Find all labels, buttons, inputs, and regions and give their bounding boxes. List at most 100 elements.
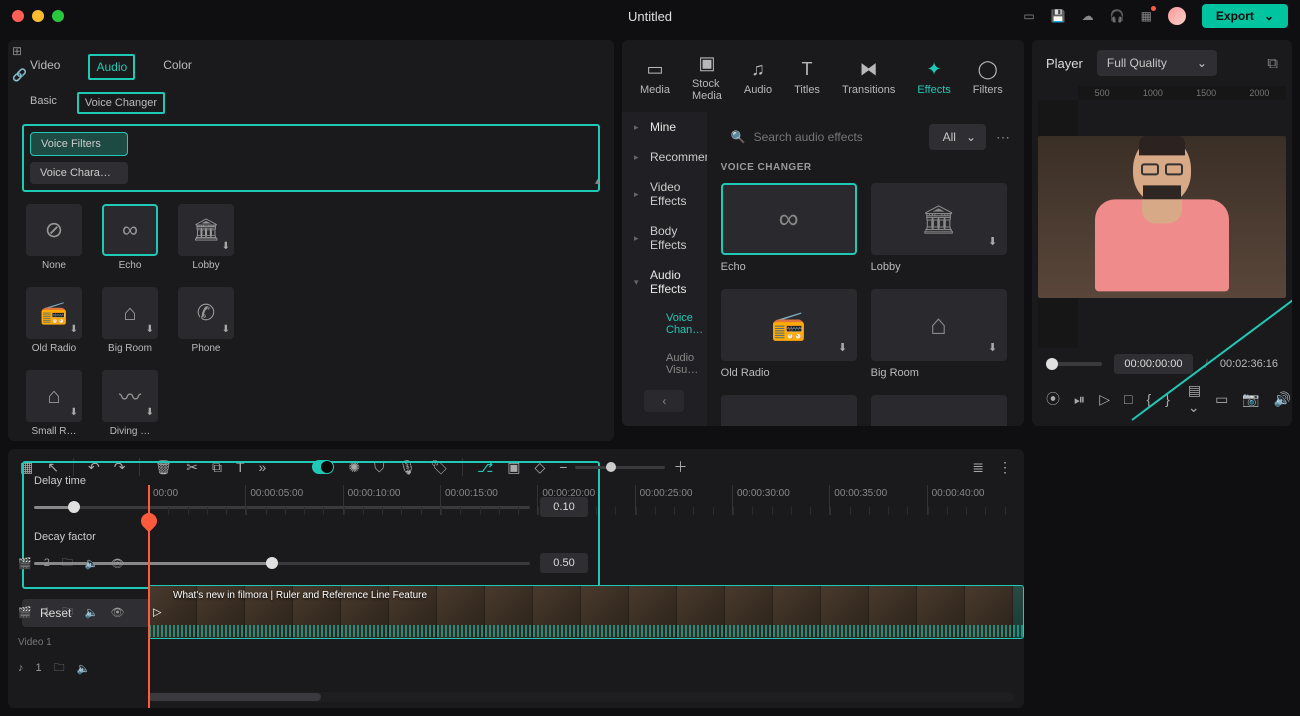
minimize-window[interactable] bbox=[32, 10, 44, 22]
zoom-window[interactable] bbox=[52, 10, 64, 22]
track-v1: 🎬1🗀🔈👁 ▷ What's new in filmora | Ruler an… bbox=[8, 583, 1024, 641]
voice-filter-item[interactable]: ⌂⬇ Big Room bbox=[102, 287, 158, 354]
close-window[interactable] bbox=[12, 10, 24, 22]
tab-filters[interactable]: ◯Filters bbox=[965, 54, 1011, 100]
voice-filter-item[interactable]: 〰⬇ Diving … bbox=[102, 370, 158, 437]
list-icon[interactable]: ≣ bbox=[972, 459, 984, 476]
voice-filter-item[interactable]: 📻⬇ Old Radio bbox=[26, 287, 82, 354]
pill-voice-characters[interactable]: Voice Chara… bbox=[30, 162, 128, 184]
filter-glyph-icon: ⌂ bbox=[47, 383, 60, 409]
mute-icon[interactable]: 🔈 bbox=[85, 606, 99, 619]
play-icon[interactable]: ▷ bbox=[1099, 391, 1110, 408]
sidebar-item-recommended[interactable]: Recommended bbox=[622, 142, 707, 172]
titlebar: Untitled ▭ 💾 ☁ 🎧 ▦ Export⌄ bbox=[0, 0, 1300, 32]
insp-sub-basic[interactable]: Basic bbox=[24, 92, 63, 114]
download-icon[interactable]: ⬇ bbox=[146, 407, 154, 418]
cloud-icon[interactable]: ☁ bbox=[1082, 9, 1094, 23]
seek-slider[interactable] bbox=[1046, 362, 1102, 366]
headphones-icon[interactable]: 🎧 bbox=[1110, 9, 1125, 23]
player-label: Player bbox=[1046, 56, 1083, 71]
effect-card[interactable] bbox=[871, 395, 1007, 426]
effect-card[interactable]: 📻⬇ Old Radio bbox=[721, 289, 857, 379]
pill-voice-filters[interactable]: Voice Filters bbox=[30, 132, 128, 156]
zoom-in-icon[interactable]: ＋ bbox=[673, 457, 687, 477]
effect-card[interactable]: ∞ Echo bbox=[721, 183, 857, 273]
zoom-slider[interactable] bbox=[575, 466, 665, 469]
tab-audio[interactable]: ♫Audio bbox=[736, 54, 780, 100]
download-icon[interactable]: ⬇ bbox=[835, 339, 851, 355]
insp-tab-color[interactable]: Color bbox=[157, 54, 198, 80]
insp-tab-video[interactable]: Video bbox=[24, 54, 66, 80]
ai-toggle[interactable] bbox=[312, 460, 334, 474]
tab-stock-media[interactable]: ▣Stock Media bbox=[684, 48, 730, 106]
sidebar-item-audio-visualizer[interactable]: Audio Visu… bbox=[622, 344, 707, 384]
download-icon[interactable]: ⬇ bbox=[70, 407, 78, 418]
download-icon[interactable]: ⬇ bbox=[146, 324, 154, 335]
ruler-tick: 00:00 bbox=[148, 485, 245, 515]
search-field[interactable] bbox=[754, 130, 909, 144]
video-clip[interactable]: ▷ What's new in filmora | Ruler and Refe… bbox=[148, 585, 1024, 639]
settings-icon[interactable]: ⋮ bbox=[998, 459, 1012, 476]
collapse-caret[interactable]: ▴ bbox=[595, 176, 600, 187]
download-icon[interactable]: ⬇ bbox=[222, 324, 230, 335]
sidebar-item-video-effects[interactable]: Video Effects bbox=[622, 172, 707, 216]
filter-all-dropdown[interactable]: All⌄ bbox=[929, 124, 986, 150]
folder-icon[interactable]: 🗀 bbox=[54, 659, 65, 678]
sidebar-collapse[interactable]: ‹ bbox=[644, 390, 684, 412]
search-input[interactable]: 🔍 bbox=[721, 124, 919, 150]
voice-filter-item[interactable]: ⊘ None bbox=[26, 204, 82, 271]
folder-icon[interactable]: 🗀 bbox=[62, 603, 73, 622]
effect-card[interactable]: 〰 bbox=[721, 395, 857, 426]
prev-frame-icon[interactable]: ⦿ bbox=[1046, 389, 1060, 409]
ruler-tick: 00:00:05:00 bbox=[245, 485, 342, 515]
eye-icon[interactable]: 👁 bbox=[111, 606, 125, 619]
mute-icon[interactable]: 🔈 bbox=[77, 662, 91, 675]
sidebar-item-body-effects[interactable]: Body Effects bbox=[622, 216, 707, 260]
transition-icon: ⧓ bbox=[860, 58, 878, 80]
apps-icon[interactable]: ▦ bbox=[1141, 9, 1152, 23]
timeline-scrollbar[interactable] bbox=[148, 692, 1014, 702]
tab-titles[interactable]: TTitles bbox=[786, 54, 828, 100]
user-avatar[interactable] bbox=[1168, 7, 1186, 25]
voice-filter-grid: ⊘ None ∞ Echo 🏛⬇ Lobby 📻⬇ Old Radio ⌂⬇ B… bbox=[18, 204, 604, 437]
voice-filter-item[interactable]: ∞ Echo bbox=[102, 204, 158, 271]
effect-card[interactable]: 🏛⬇ Lobby bbox=[871, 183, 1007, 273]
save-icon[interactable]: 💾 bbox=[1051, 9, 1066, 23]
insp-sub-voice-changer[interactable]: Voice Changer bbox=[77, 92, 165, 114]
effect-glyph-icon: ∞ bbox=[779, 203, 799, 235]
effect-name: Lobby bbox=[871, 261, 1007, 273]
tab-stickers[interactable]: ☆Stickers bbox=[1017, 54, 1024, 100]
download-icon[interactable]: ⬇ bbox=[985, 339, 1001, 355]
effect-card[interactable]: ⌂⬇ Big Room bbox=[871, 289, 1007, 379]
export-button[interactable]: Export⌄ bbox=[1202, 4, 1288, 28]
download-icon[interactable]: ⬇ bbox=[70, 324, 78, 335]
insp-tab-audio[interactable]: Audio bbox=[88, 54, 135, 80]
timeline-ruler[interactable]: 00:0000:00:05:0000:00:10:0000:00:15:0000… bbox=[8, 485, 1024, 515]
sidebar-item-voice-changer[interactable]: Voice Chan… bbox=[622, 304, 707, 344]
voice-filter-item[interactable]: ⌂⬇ Small R… bbox=[26, 370, 82, 437]
filter-label: None bbox=[42, 260, 66, 271]
ruler-tick: 00:00:10:00 bbox=[343, 485, 440, 515]
filter-glyph-icon: 📻 bbox=[40, 300, 67, 326]
eye-icon[interactable]: 👁 bbox=[111, 557, 125, 570]
tab-transitions[interactable]: ⧓Transitions bbox=[834, 54, 903, 100]
chevron-down-icon: ⌄ bbox=[966, 130, 976, 144]
display-icon[interactable]: ▭ bbox=[1023, 9, 1034, 23]
tab-media[interactable]: ▭Media bbox=[632, 54, 678, 100]
sidebar-item-mine[interactable]: Mine bbox=[622, 112, 707, 142]
filter-glyph-icon: 🏛 bbox=[192, 217, 220, 243]
play-pause-icon[interactable]: ⏯ bbox=[1074, 391, 1085, 408]
sidebar-item-audio-effects[interactable]: Audio Effects bbox=[622, 260, 707, 304]
mute-icon[interactable]: 🔈 bbox=[85, 557, 99, 570]
more-menu[interactable]: ⋯ bbox=[996, 129, 1010, 146]
voice-filter-item[interactable]: 🏛⬇ Lobby bbox=[178, 204, 234, 271]
playhead[interactable] bbox=[148, 485, 150, 708]
tab-effects[interactable]: ✦Effects bbox=[909, 54, 958, 100]
voice-filter-item[interactable]: ✆⬇ Phone bbox=[178, 287, 234, 354]
timeline-panel: ▦ ↖ ↶ ↷ 🗑 ✂ ⧉ T » ✺ ⛉ 🎙 🏷 ⎇ ▣ ◇ − ＋ bbox=[8, 449, 1024, 708]
search-icon: 🔍 bbox=[731, 130, 746, 144]
download-icon[interactable]: ⬇ bbox=[222, 241, 230, 252]
ruler-tick: 00:00:25:00 bbox=[635, 485, 732, 515]
folder-icon[interactable]: 🗀 bbox=[62, 554, 73, 573]
download-icon[interactable]: ⬇ bbox=[985, 233, 1001, 249]
